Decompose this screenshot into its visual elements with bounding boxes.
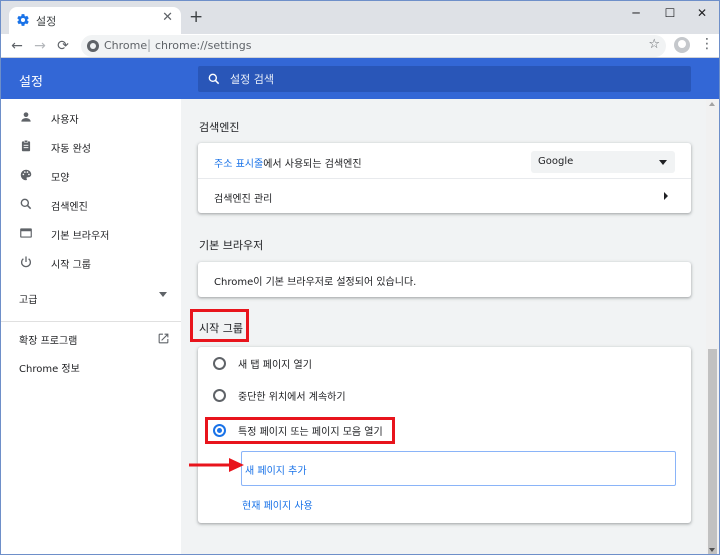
- scrollbar-thumb[interactable]: [708, 349, 717, 554]
- tab-strip: 설정 ✕ + ─ ☐ ✕: [1, 1, 719, 34]
- address-separator: |: [147, 38, 152, 52]
- search-engine-card: 주소 표시줄에서 사용되는 검색엔진 Google 검색엔진 관리: [198, 143, 691, 213]
- clipboard-icon: [21, 139, 31, 152]
- settings-header: 설정: [1, 58, 719, 99]
- forward-button[interactable]: →: [30, 36, 50, 56]
- sidebar-item-label: 검색엔진: [51, 202, 88, 213]
- sidebar-divider: [1, 321, 181, 322]
- chrome-icon: [87, 40, 99, 52]
- browser-window: 설정 ✕ + ─ ☐ ✕ ← → ⟳ Chrome | chrome://set…: [0, 0, 720, 555]
- select-value: Google: [538, 156, 574, 167]
- settings-sidebar: 사용자 자동 완성 모양 검색엔진 기본 브라우저 시작 그룹 고급 확장 프로…: [1, 99, 181, 554]
- open-in-new-icon: [158, 333, 169, 344]
- settings-search[interactable]: [198, 66, 691, 92]
- sidebar-item-label: 확장 프로그램: [19, 336, 78, 347]
- address-origin: Chrome: [104, 39, 148, 52]
- radio-label: 새 탭 페이지 열기: [238, 360, 312, 371]
- back-button[interactable]: ←: [7, 36, 27, 56]
- caret-down-icon: [659, 160, 667, 165]
- default-browser-card: Chrome이 기본 브라우저로 설정되어 있습니다.: [198, 262, 691, 297]
- sidebar-item-extensions[interactable]: 확장 프로그램: [1, 327, 181, 351]
- palette-icon: [20, 169, 32, 181]
- add-new-page-label: 새 페이지 추가: [245, 466, 307, 477]
- address-bar-link[interactable]: 주소 표시줄: [214, 159, 263, 170]
- bookmark-star-icon[interactable]: ☆: [648, 37, 660, 52]
- search-input[interactable]: [230, 71, 670, 87]
- section-title-search-engine: 검색엔진: [199, 121, 240, 134]
- reload-button[interactable]: ⟳: [53, 36, 73, 56]
- tab-settings[interactable]: 설정 ✕: [9, 7, 181, 34]
- address-bar[interactable]: Chrome | chrome://settings ☆: [81, 35, 666, 57]
- sidebar-item-default-browser[interactable]: 기본 브라우저: [1, 222, 181, 246]
- address-url: chrome://settings: [155, 39, 252, 52]
- arrow-right-icon: [664, 192, 668, 200]
- manage-search-engines-row[interactable]: 검색엔진 관리: [198, 179, 691, 213]
- sidebar-item-label: 고급: [19, 295, 38, 306]
- add-new-page-button[interactable]: 새 페이지 추가: [241, 451, 676, 486]
- sidebar-item-label: 시작 그룹: [51, 260, 91, 271]
- highlight-box-specific-pages: [205, 417, 395, 444]
- radio-button[interactable]: [213, 357, 226, 370]
- radio-label: 중단한 위치에서 계속하기: [238, 392, 346, 403]
- page-title: 설정: [19, 75, 43, 90]
- close-tab-icon[interactable]: ✕: [162, 10, 173, 25]
- manage-search-engines-label: 검색엔진 관리: [214, 194, 273, 205]
- sidebar-item-autofill[interactable]: 자동 완성: [1, 135, 181, 159]
- default-browser-status: Chrome이 기본 브라우저로 설정되어 있습니다.: [214, 277, 417, 288]
- sidebar-item-people[interactable]: 사용자: [1, 106, 181, 130]
- scrollbar[interactable]: [706, 99, 719, 554]
- scroll-up-icon[interactable]: [709, 102, 715, 106]
- sidebar-item-label: 기본 브라우저: [51, 231, 110, 242]
- scroll-down-icon[interactable]: [709, 548, 715, 552]
- search-engine-row-text: 주소 표시줄에서 사용되는 검색엔진: [214, 159, 362, 170]
- sidebar-item-appearance[interactable]: 모양: [1, 164, 181, 188]
- red-arrow-icon: [189, 458, 244, 472]
- close-window-button[interactable]: ✕: [687, 3, 717, 23]
- tab-title: 설정: [36, 15, 57, 28]
- use-current-pages-link[interactable]: 현재 페이지 사용: [242, 497, 313, 512]
- maximize-button[interactable]: ☐: [655, 3, 685, 23]
- profile-avatar[interactable]: [674, 37, 690, 53]
- search-icon: [20, 198, 32, 210]
- startup-option-continue[interactable]: 중단한 위치에서 계속하기: [198, 380, 691, 412]
- search-engine-select[interactable]: Google: [531, 151, 675, 173]
- sidebar-item-about[interactable]: Chrome 정보: [1, 355, 181, 379]
- browser-toolbar: ← → ⟳ Chrome | chrome://settings ☆ ⋮: [1, 34, 719, 58]
- sidebar-item-label: 모양: [51, 173, 70, 184]
- menu-icon[interactable]: ⋮: [700, 36, 714, 52]
- minimize-button[interactable]: ─: [621, 3, 651, 23]
- sidebar-item-label: Chrome 정보: [19, 364, 80, 375]
- startup-option-new-tab[interactable]: 새 탭 페이지 열기: [198, 347, 691, 379]
- sidebar-item-advanced[interactable]: 고급: [1, 286, 181, 310]
- chevron-down-icon: [159, 292, 167, 297]
- settings-main: 검색엔진 주소 표시줄에서 사용되는 검색엔진 Google 검색엔진 관리 기…: [181, 99, 706, 554]
- search-icon: [208, 73, 220, 85]
- gear-icon: [17, 14, 29, 26]
- browser-icon: [20, 228, 32, 238]
- sidebar-item-label: 사용자: [51, 115, 79, 126]
- sidebar-item-search-engine[interactable]: 검색엔진: [1, 193, 181, 217]
- sidebar-item-startup[interactable]: 시작 그룹: [1, 251, 181, 275]
- sidebar-item-label: 자동 완성: [51, 144, 91, 155]
- highlight-box-startup-title: [190, 309, 249, 342]
- person-icon: [21, 112, 31, 122]
- power-icon: [21, 256, 31, 268]
- new-tab-button[interactable]: +: [189, 9, 203, 26]
- radio-button[interactable]: [213, 389, 226, 402]
- section-title-default-browser: 기본 브라우저: [199, 239, 264, 252]
